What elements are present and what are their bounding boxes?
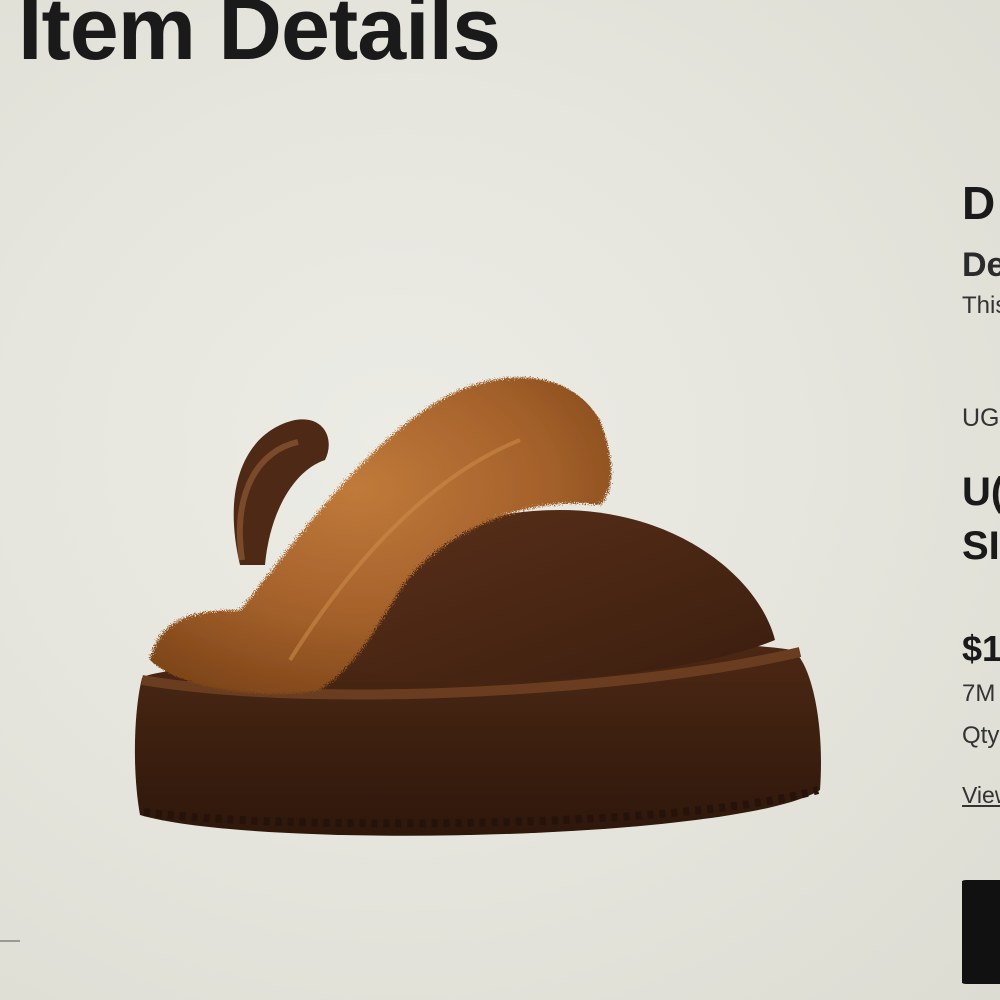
divider [0,940,20,942]
price: $1 [962,628,1000,669]
action-button[interactable] [962,880,1000,984]
brand-name: UG [962,404,1000,432]
product-image [134,377,821,836]
product-name-line-2: SI [962,524,1000,568]
item-subtitle: De [962,246,1000,284]
quantity-label: Qty [962,722,1000,749]
product-name-line-1: U( [962,470,1000,514]
view-link[interactable]: View [962,782,1000,809]
item-title: D [962,177,996,229]
item-details-panel: D De This UG U( SI $1 7M Qty View [962,0,1000,1000]
item-description: This [962,292,1000,319]
size-value: 7M [962,680,996,707]
page-title: Item Details [18,0,501,78]
